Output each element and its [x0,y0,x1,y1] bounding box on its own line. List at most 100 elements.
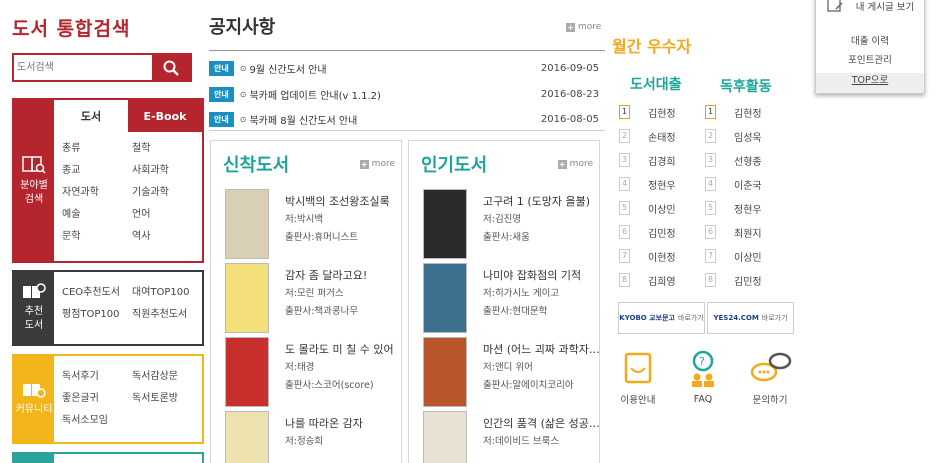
rank-number: 6 [705,225,716,239]
community-label: 커뮤니티 [15,404,53,415]
category-link[interactable]: 대여TOP100 [132,282,202,304]
category-link[interactable]: 종교 [62,160,132,182]
book-cover[interactable] [225,263,269,333]
book-cover[interactable] [423,411,467,463]
notice-row[interactable]: 안내 ⊙ 북카페 업데이트 안내(v 1.1.2) 2016-08-23 [209,86,599,102]
category-link[interactable]: 예술 [62,204,132,226]
book-search-icon [22,155,46,174]
book-title[interactable]: 인간의 품격 (삶은 성공을 향한 여정) [483,415,603,433]
guide-link[interactable]: 이용안내 [608,350,668,406]
rank-row: 1 김현정 [705,100,762,124]
book-cover[interactable] [225,337,269,407]
book-item[interactable]: 감자 좀 달라고요! 저:모린 퍼거스 출판사:책과콩나무 [225,263,401,335]
book-cover[interactable] [423,263,467,333]
book-item[interactable]: 박시백의 조선왕조실록 저:박시백 출판사:휴머니스트 [225,189,401,261]
book-item[interactable]: 나미야 잡화점의 기적 저:히가시노 게이고 출판사:현대문학 [423,263,599,335]
new-books-panel: 신착도서 + more 박시백의 조선왕조실록 저:박시백 출판사:휴머니스트 감자 좀… [210,140,402,463]
bullet-icon: ⊙ [239,89,247,99]
loan-history-link[interactable]: 대출 이력 [816,33,924,47]
rank-number: 5 [619,201,630,215]
bullet-icon: ⊙ [239,63,247,73]
book-title[interactable]: 마션 (어느 괴짜 과학자의 화성 표류기) [483,341,603,359]
rank-name: 손태정 [648,132,676,144]
community-box: 커뮤니티 독서후기 독서감상문 좋은글귀 독서토론방 독서소모임 [12,354,204,444]
kyobo-logo: KYOBO 교보문고 [619,314,675,322]
popular-books-more-link[interactable]: + more [557,159,593,169]
popular-books-panel: 인기도서 + more 고구려 1 (도망자 을불) 저:김진명 출판사:새움 나미야 … [408,140,603,463]
book-publisher: 출판사:스코어(score) [285,380,374,391]
book-author: 저:앤디 위어 [483,362,533,373]
category-link[interactable]: 독서후기 [62,366,132,388]
rank-number: 7 [705,249,716,263]
category-link[interactable]: 자연과학 [62,182,132,204]
rank-number: 1 [619,105,630,119]
notice-badge: 안내 [209,60,234,76]
category-link[interactable]: 직원추천도서 [132,304,202,326]
category-link[interactable]: 좋은글귀 [62,388,132,410]
category-link[interactable]: 독서감상문 [132,366,202,388]
activity-title: 독후활동 [720,79,772,95]
category-link[interactable]: 독서토론방 [132,388,202,410]
notice-row[interactable]: 안내 ⊙ 북카페 8월 신간도서 안내 2016-08-05 [209,111,599,127]
book-title[interactable]: 나미야 잡화점의 기적 [483,267,603,285]
book-publisher: 출판사:알에이치코리아 [483,380,574,391]
rank-row: 7 이상민 [705,244,762,268]
top-button[interactable]: TOP으로 [816,73,924,93]
points-link[interactable]: 포인트관리 [816,52,924,66]
loan-rank-list: 1 김현정 2 손태정 3 김경희 4 정현우 5 이상민 6 김민정 7 이현정 8 김희영 [619,100,676,292]
book-item[interactable]: 고구려 1 (도망자 을불) 저:김진명 출판사:새움 [423,189,599,261]
search-box [12,53,192,82]
notice-more-link[interactable]: + more [566,22,601,32]
category-link[interactable]: CEO추천도서 [62,282,132,304]
category-link[interactable]: 철학 [132,138,202,160]
category-link[interactable]: 기술과학 [132,182,202,204]
book-title[interactable]: 나를 따라온 감자 [285,415,405,433]
faq-link[interactable]: ? FAQ [673,350,733,405]
tab-ebook[interactable]: E-Book [128,100,202,132]
category-link[interactable]: 독서소모임 [62,410,132,432]
chat-icon [750,352,792,382]
my-posts-link[interactable]: 내 게시글 보기 [816,0,924,13]
book-title[interactable]: 감자 좀 달라고요! [285,267,405,285]
category-link[interactable]: 총류 [62,138,132,160]
notice-row[interactable]: 안내 ⊙ 9월 신간도서 안내 2016-09-05 [209,60,599,76]
book-title[interactable]: 고구려 1 (도망자 을불) [483,193,603,211]
rank-number: 3 [619,153,630,167]
book-title[interactable]: 박시백의 조선왕조실록 [285,193,405,211]
book-item[interactable]: 나를 따라온 감자 저:정승희 [225,411,401,463]
category-link[interactable]: 문학 [62,226,132,248]
inquiry-link[interactable]: 문의하기 [740,350,800,406]
search-button[interactable] [152,55,190,80]
book-author: 저:태경 [285,362,315,373]
book-author: 저:히가시노 게이고 [483,288,560,299]
rank-row: 5 정현우 [705,196,762,220]
rank-number: 4 [619,177,630,191]
new-books-more-link[interactable]: + more [359,159,395,169]
book-cover[interactable] [225,411,269,463]
divider [209,130,605,131]
category-link[interactable]: 평점TOP100 [62,304,132,326]
category-link[interactable]: 역사 [132,226,202,248]
rank-name: 이현정 [648,252,676,264]
book-cover[interactable] [225,189,269,259]
book-item[interactable]: 마션 (어느 괴짜 과학자의 화성 표류기) 저:앤디 위어출판사:알에이치코리아 [423,337,603,409]
rank-row: 8 김희영 [619,268,676,292]
book-item[interactable]: 도 몰라도 미 칠 수 있어 저:태경 출판사:스코어(score) [225,337,401,409]
category-link[interactable]: 사회과학 [132,160,202,182]
book-cover[interactable] [423,337,467,407]
yes24-banner[interactable]: YES24.COM 바로가기 [707,302,794,334]
tab-books[interactable]: 도서 [54,100,128,132]
rank-name: 김현정 [648,108,676,120]
kyobo-banner[interactable]: KYOBO 교보문고 바로가기 [618,302,705,334]
book-item[interactable]: 인간의 품격 (삶은 성공을 향한 여정) 저:데이비드 브룩스 [423,411,603,463]
new-books-title: 신착도서 [223,155,290,176]
book-cover[interactable] [423,189,467,259]
faq-icon: ? [692,350,714,387]
search-icon [163,60,179,76]
category-link[interactable]: 언어 [132,204,202,226]
book-title[interactable]: 도 몰라도 미 칠 수 있어 [285,341,405,359]
search-input[interactable] [14,55,152,80]
notice-title: 공지사항 [209,17,276,38]
notice-badge: 안내 [209,111,234,127]
rank-number: 5 [705,201,716,215]
